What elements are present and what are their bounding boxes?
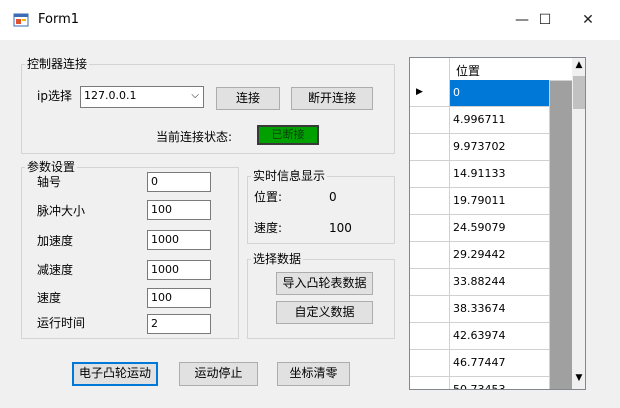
accel-label: 加速度 [37, 234, 74, 248]
cam-motion-button[interactable]: 电子凸轮运动 [72, 362, 158, 386]
ip-select-value: 127.0.0.1 [84, 89, 137, 102]
status-indicator: 已断接 [257, 125, 319, 145]
status-value: 已断接 [259, 127, 317, 143]
disconnect-button[interactable]: 断开连接 [291, 87, 373, 110]
status-label: 当前连接状态: [156, 130, 233, 144]
pulse-label: 脉冲大小 [37, 204, 86, 218]
grid-cell-position[interactable]: 46.77447 [450, 350, 550, 377]
connection-group-label: 控制器连接 [25, 57, 90, 71]
custom-data-button[interactable]: 自定义数据 [276, 301, 373, 324]
grid-cell-position[interactable]: 38.33674 [450, 296, 550, 323]
params-group-label: 参数设置 [25, 160, 78, 174]
select-data-group [247, 259, 395, 339]
grid-cell-position[interactable]: 9.973702 [450, 134, 550, 161]
stop-motion-button[interactable]: 运动停止 [179, 362, 258, 386]
axis-label: 轴号 [37, 175, 62, 189]
grid-cell-position[interactable]: 29.29442 [450, 242, 550, 269]
row-header[interactable] [410, 215, 450, 242]
decel-input[interactable]: 1000 [147, 260, 211, 280]
decel-label: 减速度 [37, 263, 74, 277]
row-header[interactable]: ▶ [410, 80, 450, 107]
grid-cell-position[interactable]: 4.996711 [450, 107, 550, 134]
select-data-group-label: 选择数据 [251, 252, 304, 266]
realtime-speed-value: 100 [329, 221, 352, 235]
row-header[interactable] [410, 161, 450, 188]
runtime-input[interactable]: 2 [147, 314, 211, 334]
axis-input[interactable]: 0 [147, 172, 211, 192]
import-cam-data-button[interactable]: 导入凸轮表数据 [276, 272, 373, 295]
chevron-down-icon[interactable]: ⌵ [191, 87, 199, 105]
app-icon [13, 12, 29, 28]
grid-cell-position[interactable]: 0 [450, 80, 550, 107]
grid-header: 位置 [410, 58, 572, 81]
grid-cell-position[interactable]: 42.63974 [450, 323, 550, 350]
row-header[interactable] [410, 377, 450, 389]
grid-cell-position[interactable]: 50.73453 [450, 377, 550, 389]
connect-button[interactable]: 连接 [216, 87, 280, 110]
close-button[interactable]: ✕ [573, 8, 603, 32]
runtime-label: 运行时间 [37, 316, 86, 330]
vertical-scrollbar[interactable]: ▲ ▼ [572, 58, 585, 389]
row-header[interactable] [410, 269, 450, 296]
current-row-marker-icon: ▶ [416, 87, 423, 97]
maximize-button[interactable]: ☐ [530, 8, 560, 32]
speed-label: 速度 [37, 291, 62, 305]
row-header[interactable] [410, 242, 450, 269]
grid-cell-position[interactable]: 19.79011 [450, 188, 550, 215]
pulse-input[interactable]: 100 [147, 200, 211, 220]
accel-input[interactable]: 1000 [147, 230, 211, 250]
speed-input[interactable]: 100 [147, 288, 211, 308]
realtime-speed-label: 速度: [254, 221, 283, 235]
window-title: Form1 [38, 12, 80, 27]
zero-coordinates-button[interactable]: 坐标清零 [277, 362, 350, 386]
grid-cell-position[interactable]: 33.88244 [450, 269, 550, 296]
position-grid[interactable]: 位置 ▶ 0 4.996711 9.973702 14.91133 19.79011 24.… [409, 57, 586, 390]
grid-corner [410, 58, 450, 80]
scroll-thumb[interactable] [573, 76, 585, 109]
grid-cell-position[interactable]: 14.91133 [450, 161, 550, 188]
row-header[interactable] [410, 296, 450, 323]
scroll-down-icon[interactable]: ▼ [572, 373, 585, 383]
row-header[interactable] [410, 107, 450, 134]
position-value: 0 [329, 190, 337, 204]
column-header-position[interactable]: 位置 [456, 62, 480, 79]
position-label: 位置: [254, 190, 283, 204]
row-header[interactable] [410, 188, 450, 215]
row-header[interactable] [410, 350, 450, 377]
grid-cell-position[interactable]: 24.59079 [450, 215, 550, 242]
row-header[interactable] [410, 323, 450, 350]
ip-select[interactable]: 127.0.0.1 ⌵ [80, 86, 204, 108]
ip-label: ip选择 [37, 89, 72, 103]
scroll-up-icon[interactable]: ▲ [572, 60, 585, 70]
realtime-group-label: 实时信息显示 [251, 169, 328, 183]
row-header[interactable] [410, 134, 450, 161]
